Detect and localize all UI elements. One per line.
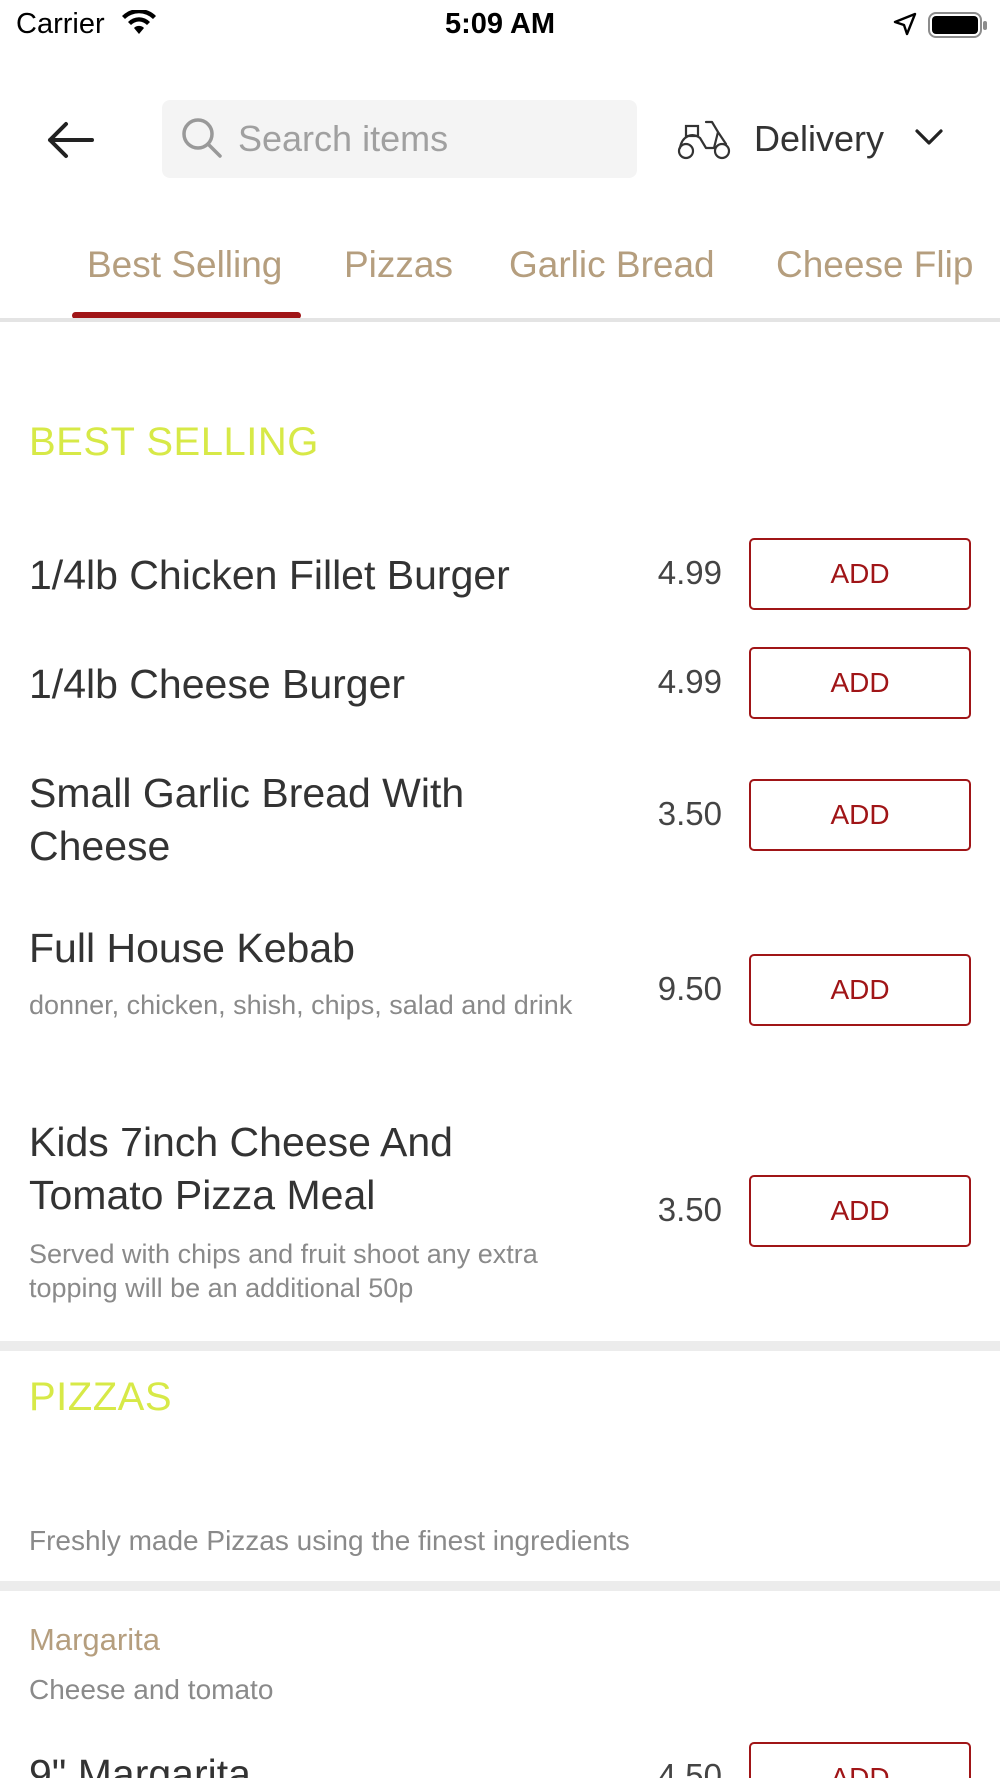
tab-garlic-bread[interactable]: Garlic Bread (509, 244, 715, 286)
section-title-best-selling: BEST SELLING (29, 420, 319, 464)
add-button[interactable]: ADD (749, 647, 971, 719)
menu-item-name: 9" Margarita (29, 1751, 251, 1778)
delivery-label: Delivery (754, 118, 885, 159)
search-icon (182, 118, 222, 158)
top-bar: Delivery (0, 100, 1000, 178)
add-button[interactable]: ADD (749, 1742, 971, 1778)
section-divider (0, 1341, 1000, 1351)
add-button[interactable]: ADD (749, 1175, 971, 1247)
menu-item-name: Full House Kebab (29, 925, 355, 971)
menu-item-price: 4.50 (657, 1757, 722, 1778)
section-description: Freshly made Pizzas using the finest ing… (29, 1525, 630, 1556)
menu-item-price: 3.50 (657, 1191, 722, 1228)
menu-item-description: donner, chicken, shish, chips, salad and… (29, 990, 573, 1020)
menu-item-price: 3.50 (657, 795, 722, 832)
category-tabs: Best Selling Pizzas Garlic Bread Cheese … (0, 230, 1000, 322)
add-button[interactable]: ADD (749, 954, 971, 1026)
menu-item-price: 9.50 (657, 970, 722, 1007)
battery-icon (928, 12, 987, 38)
menu-item-name: 1/4lb Cheese Burger (29, 661, 406, 707)
add-button[interactable]: ADD (749, 538, 971, 610)
location-arrow-icon (893, 12, 917, 36)
section-divider (0, 1581, 1000, 1591)
menu-item-name: Small Garlic Bread With Cheese (29, 770, 465, 869)
status-time: 5:09 AM (444, 8, 556, 40)
menu-item-description: Served with chips and fruit shoot any ex… (29, 1239, 538, 1303)
menu-item-price: 4.99 (657, 663, 722, 700)
tab-pizzas[interactable]: Pizzas (344, 244, 453, 286)
delivery-mode-selector[interactable]: Delivery (676, 100, 976, 178)
menu-item-price: 4.99 (657, 554, 722, 591)
chevron-down-icon (915, 129, 943, 145)
menu-item-name: Kids 7inch Cheese And Tomato Pizza Meal (29, 1119, 453, 1218)
back-arrow-icon[interactable] (44, 118, 96, 162)
tab-best-selling[interactable]: Best Selling (87, 244, 282, 286)
active-tab-indicator (72, 312, 301, 318)
subcategory-title: Margarita (29, 1622, 160, 1657)
search-box[interactable] (162, 100, 637, 178)
menu-item-name: 1/4lb Chicken Fillet Burger (29, 552, 510, 598)
subcategory-description: Cheese and tomato (29, 1674, 274, 1705)
section-title-pizzas: PIZZAS (29, 1375, 173, 1419)
add-button[interactable]: ADD (749, 779, 971, 851)
scooter-icon (677, 120, 731, 160)
search-input[interactable] (238, 100, 628, 178)
tab-cheese-flip[interactable]: Cheese Flip (776, 244, 973, 286)
status-bar: Carrier 5:09 AM (0, 0, 1000, 50)
